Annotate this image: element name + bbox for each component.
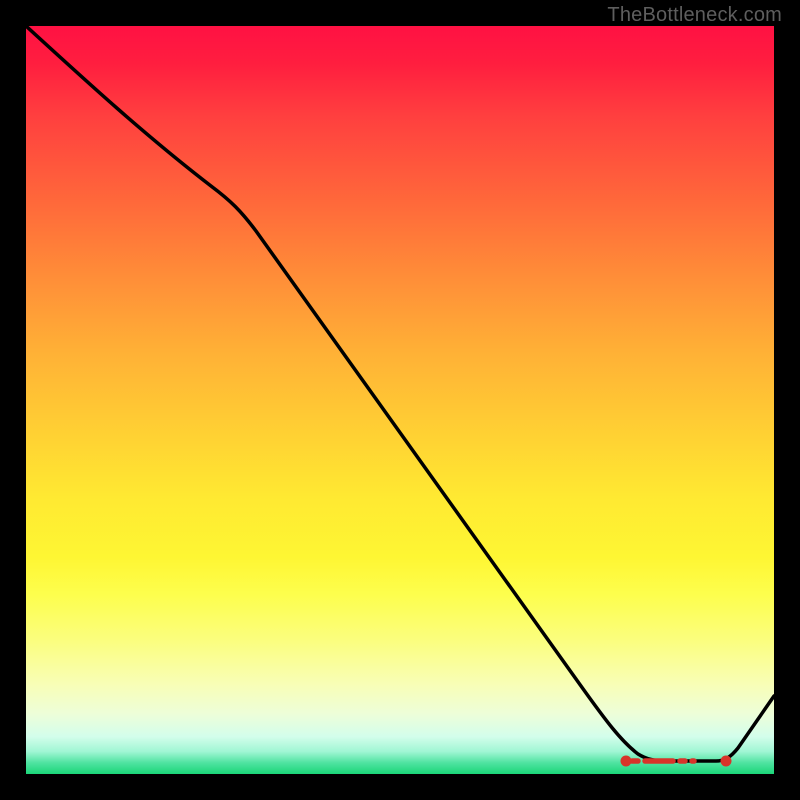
attribution-text: TheBottleneck.com xyxy=(607,4,782,27)
chart-frame: TheBottleneck.com xyxy=(0,0,800,800)
optimum-end-marker xyxy=(721,756,732,767)
bottleneck-curve xyxy=(26,26,774,761)
chart-overlay xyxy=(26,26,774,774)
plot-area xyxy=(26,26,774,774)
